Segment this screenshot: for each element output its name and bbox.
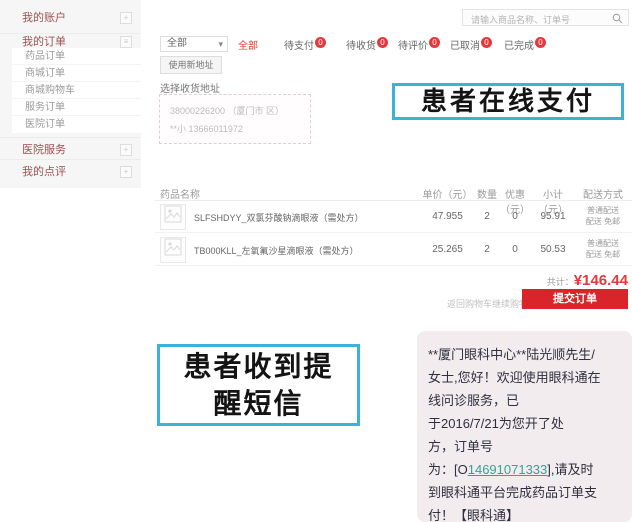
subtotal: 95.91 xyxy=(532,211,574,222)
annotation-online-payment: 患者在线支付 xyxy=(392,83,624,120)
sidebar-item-mall-orders[interactable]: 商城订单 xyxy=(12,65,141,82)
sidebar-item-mall-cart[interactable]: 商城购物车 xyxy=(12,82,141,99)
product-thumbnail xyxy=(160,237,186,263)
col-drug-name: 药品名称 xyxy=(160,186,200,201)
sidebar-item-drug-orders[interactable]: 药品订单 xyxy=(12,48,141,65)
tab-pending-payment[interactable]: 待支付0 xyxy=(284,37,326,52)
table-row: TB000KLL_左氧氟沙星滴眼液（需处方） 25.265 2 0 50.53 … xyxy=(155,234,632,266)
expand-icon[interactable]: + xyxy=(120,144,132,156)
use-new-address-button[interactable]: 使用新地址 xyxy=(160,56,222,74)
order-payment-page: 我的账户 + 我的订单 ≡ 药品订单 商城订单 商城购物车 服务订单 医院订单 … xyxy=(0,0,632,522)
address-line1: 38000226200 （厦门市 区） xyxy=(170,104,284,117)
subtotal: 50.53 xyxy=(532,244,574,255)
tab-label: 待收货 xyxy=(346,41,376,52)
tab-label: 已取消 xyxy=(450,41,480,52)
expand-icon[interactable]: + xyxy=(120,166,132,178)
tab-completed[interactable]: 已完成0 xyxy=(504,37,546,52)
count-badge: 0 xyxy=(377,37,388,48)
drug-name[interactable]: SLFSHDYY_双氯芬酸钠滴眼液（需处方） xyxy=(194,211,364,224)
tab-pending-review[interactable]: 待评价0 xyxy=(398,37,440,52)
address-card[interactable]: 38000226200 （厦门市 区） **小 13666011972 xyxy=(159,94,311,144)
col-delivery: 配送方式 xyxy=(581,186,625,201)
tab-label: 待支付 xyxy=(284,41,314,52)
sidebar-item-my-account[interactable]: 我的账户 + xyxy=(0,6,141,30)
annotation-sms-reminder: 患者收到提 醒短信 xyxy=(157,344,360,426)
chevron-down-icon: ▾ xyxy=(218,37,223,51)
sidebar-item-hospital-orders[interactable]: 医院订单 xyxy=(12,116,141,133)
order-type-value: 全部 xyxy=(167,38,187,49)
delivery-method: 普通配送 配送 免邮 xyxy=(581,205,625,227)
count-badge: 0 xyxy=(481,37,492,48)
submit-order-button[interactable]: 提交订单 xyxy=(522,289,628,309)
search-input[interactable]: 请输入商品名称、订单号 xyxy=(462,9,629,26)
delivery-line2: 配送 免邮 xyxy=(586,250,620,259)
tab-label: 已完成 xyxy=(504,41,534,52)
tab-label: 待评价 xyxy=(398,41,428,52)
total-label: 共计： xyxy=(547,277,574,287)
drug-name[interactable]: TB000KLL_左氧氟沙星滴眼液（需处方） xyxy=(194,244,359,257)
sms-message-bubble: **厦门眼科中心**陆光顺先生/ 女士,您好！欢迎使用眼科通在 线问诊服务，已 … xyxy=(417,331,632,522)
product-thumbnail xyxy=(160,204,186,230)
search-placeholder: 请输入商品名称、订单号 xyxy=(471,13,570,26)
total-amount: ¥146.44 xyxy=(574,272,628,289)
count-badge: 0 xyxy=(535,37,546,48)
back-to-cart-link[interactable]: 返回购物车继续购物 xyxy=(447,297,528,310)
sidebar-item-my-reviews[interactable]: 我的点评 + xyxy=(0,160,141,184)
sms-text-before: **厦门眼科中心**陆光顺先生/ 女士,您好！欢迎使用眼科通在 线问诊服务，已 … xyxy=(428,347,601,477)
delivery-method: 普通配送 配送 免邮 xyxy=(581,238,625,260)
table-row: SLFSHDYY_双氯芬酸钠滴眼液（需处方） 47.955 2 0 95.91 … xyxy=(155,201,632,233)
delivery-line1: 普通配送 xyxy=(587,206,619,215)
count-badge: 0 xyxy=(315,37,326,48)
count-badge: 0 xyxy=(429,37,440,48)
unit-price: 25.265 xyxy=(420,244,475,255)
delivery-line1: 普通配送 xyxy=(587,239,619,248)
table-header: 药品名称 单价（元） 数量 优惠（元） 小计（元） 配送方式 xyxy=(155,183,632,201)
tab-cancelled[interactable]: 已取消0 xyxy=(450,37,492,52)
collapse-icon[interactable]: ≡ xyxy=(120,36,132,48)
discount: 0 xyxy=(493,244,537,255)
order-number-link[interactable]: 14691071333 xyxy=(468,462,548,477)
tab-all[interactable]: 全部 xyxy=(238,37,258,52)
tab-label: 全部 xyxy=(238,41,258,52)
expand-icon[interactable]: + xyxy=(120,12,132,24)
sidebar: 我的账户 + 我的订单 ≡ 药品订单 商城订单 商城购物车 服务订单 医院订单 … xyxy=(0,0,141,188)
address-line2: **小 13666011972 xyxy=(170,122,243,135)
sidebar-item-service-orders[interactable]: 服务订单 xyxy=(12,99,141,116)
search-icon[interactable] xyxy=(612,13,623,24)
col-unit-price: 单价（元） xyxy=(420,186,475,201)
sidebar-orders-submenu: 药品订单 商城订单 商城购物车 服务订单 医院订单 xyxy=(12,48,141,133)
order-type-select[interactable]: 全部 ▾ xyxy=(160,36,228,52)
tab-pending-receipt[interactable]: 待收货0 xyxy=(346,37,388,52)
delivery-line2: 配送 免邮 xyxy=(586,217,620,226)
sidebar-item-label: 我的账户 xyxy=(22,6,66,30)
order-total: 共计：¥146.44 xyxy=(368,272,628,290)
select-address-label: 选择收货地址 xyxy=(160,80,220,95)
unit-price: 47.955 xyxy=(420,211,475,222)
discount: 0 xyxy=(493,211,537,222)
sidebar-item-label: 我的点评 xyxy=(22,160,66,184)
